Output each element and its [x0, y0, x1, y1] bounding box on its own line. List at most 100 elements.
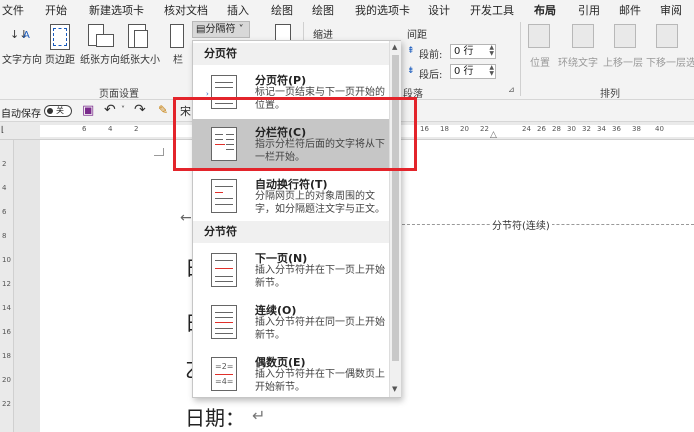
arrange-group-label: 排列 [600, 89, 620, 100]
save-icon[interactable]: ▣ [82, 103, 94, 118]
next-page-icon [211, 253, 237, 287]
wrap-text-icon[interactable] [572, 24, 594, 48]
ruler-number: 18 [2, 352, 11, 360]
ruler-number: 18 [440, 125, 449, 133]
ruler-number: 14 [2, 304, 11, 312]
toggle-knob-icon [47, 108, 53, 114]
tab-mailings[interactable]: 邮件 [619, 2, 641, 18]
after-spacing-icon: ⇟ [407, 66, 415, 76]
margins-button[interactable]: 页边距 [45, 51, 75, 66]
section-breaks-header: 分节符 [193, 221, 389, 243]
columns-icon[interactable] [170, 24, 184, 48]
ruler-number: 16 [2, 328, 11, 336]
undo-dropdown-icon[interactable]: ˅ [121, 105, 125, 114]
chevron-down-icon: ˅ [235, 24, 244, 35]
tab-insert[interactable]: 插入 [227, 2, 249, 18]
tab-draw-2[interactable]: 绘图 [312, 2, 334, 18]
tab-review[interactable]: 审阅 [660, 2, 682, 18]
text-direction-icon[interactable]: ↓↓ A [8, 26, 34, 48]
wrap-text-button[interactable]: 环绕文字 [558, 54, 598, 69]
tab-selector-icon[interactable]: ⌊ [1, 125, 4, 134]
menu-tab-bar: 文件 开始 新建选项卡 核对文档 插入 绘图 绘图 我的选项卡 设计 开发工具 … [0, 0, 694, 21]
redo-icon[interactable]: ↷ [134, 102, 146, 118]
tab-draw[interactable]: 绘图 [271, 2, 293, 18]
continuous-icon [211, 305, 237, 339]
spacing-label: 间距 [407, 30, 427, 41]
position-button[interactable]: 位置 [530, 54, 550, 69]
format-painter-icon[interactable]: ✎ [158, 103, 168, 117]
tab-review-doc[interactable]: 核对文档 [164, 2, 208, 18]
menu-item-description: 插入分节符并在下一偶数页上开始新节。 [255, 369, 385, 393]
send-backward-button[interactable]: 下移一层 [646, 54, 686, 69]
section-break-marker: 分节符(连续) [490, 217, 552, 232]
menu-item-even-page[interactable]: =2= =4= 偶数页(E) 插入分节符并在下一偶数页上开始新节。 [193, 349, 389, 401]
tab-my-tab[interactable]: 我的选项卡 [355, 2, 410, 18]
bring-forward-button[interactable]: 上移一层 [603, 54, 643, 69]
breaks-label: 分隔符 [205, 24, 236, 35]
send-backward-icon[interactable] [656, 24, 678, 48]
size-button[interactable]: 纸张大小 [120, 51, 160, 66]
position-icon[interactable] [528, 24, 550, 48]
menu-item-description: 插入分节符并在下一页上开始新节。 [255, 265, 385, 289]
undo-icon[interactable]: ↶ [104, 102, 116, 118]
align-button[interactable]: 选 [686, 54, 694, 69]
ruler-number: 2 [134, 125, 139, 133]
bring-forward-icon[interactable] [614, 24, 636, 48]
ruler-number: 26 [537, 125, 546, 133]
ruler-number: 6 [82, 125, 87, 133]
ruler-number: 8 [2, 232, 7, 240]
tab-file[interactable]: 文件 [2, 2, 24, 18]
menu-item-next-page[interactable]: 下一页(N) 插入分节符并在下一页上开始新节。 [193, 245, 389, 297]
columns-button[interactable]: 栏 [173, 51, 183, 66]
ruler-number: 16 [420, 125, 429, 133]
tab-new-tab[interactable]: 新建选项卡 [89, 2, 144, 18]
tab-home[interactable]: 开始 [45, 2, 67, 18]
text-direction-button[interactable]: 文字方向 [2, 51, 42, 66]
paragraph-mark: ↵ [252, 406, 266, 425]
menu-item-description: 插入分节符并在同一页上开始新节。 [255, 317, 385, 341]
ruler-number: 12 [2, 280, 11, 288]
breaks-dropdown-menu: 分页符 › 分页符(P) 标记一页结束与下一页开始的位置。 分栏符(C) 指示分… [192, 40, 401, 398]
before-spacing-icon: ⇞ [407, 46, 415, 56]
ruler-number: 36 [612, 125, 621, 133]
ruler-number: 20 [460, 125, 469, 133]
svg-text:A: A [23, 30, 30, 41]
orientation-button[interactable]: 纸张方向 [80, 51, 120, 66]
indent-marker-icon[interactable]: △ [490, 130, 497, 140]
scroll-up-icon[interactable]: ▲ [392, 43, 397, 51]
menu-item-text-wrapping-break[interactable]: 自动换行符(T) 分隔网页上的对象周围的文字，如分隔题注文字与正文。 [193, 171, 389, 223]
ruler-number: 2 [2, 160, 7, 168]
ruler-number: 22 [480, 125, 489, 133]
dialog-launcher-icon[interactable]: ⊿ [508, 85, 515, 94]
ruler-number: 30 [567, 125, 576, 133]
page-breaks-header: 分页符 [193, 43, 389, 65]
ruler-number: 38 [632, 125, 641, 133]
ruler-number: 4 [108, 125, 113, 133]
tab-design[interactable]: 设计 [428, 2, 450, 18]
size-front-icon [134, 30, 148, 48]
vertical-ruler[interactable]: 2 4 6 8 10 12 14 16 18 20 22 [0, 140, 14, 432]
menu-item-description: 分隔网页上的对象周围的文字，如分隔题注文字与正文。 [255, 191, 385, 215]
spin-arrows-icon[interactable]: ▲ ▼ [489, 65, 494, 77]
before-spacing-label: 段前: [419, 50, 443, 61]
ruler-number: 28 [552, 125, 561, 133]
after-spacing-input[interactable]: 0 行 ▲ ▼ [450, 64, 496, 79]
ruler-number: 34 [597, 125, 606, 133]
ruler-number: 22 [2, 400, 11, 408]
breaks-button[interactable]: ▤分隔符 ˅ [192, 21, 250, 38]
ruler-number: 6 [2, 208, 7, 216]
text-wrapping-break-icon [211, 179, 237, 213]
autosave-label: 自动保存 [1, 109, 41, 120]
ruler-number: 4 [2, 184, 7, 192]
dropdown-scrollbar[interactable]: ▲ ▼ [389, 41, 401, 397]
date-label: 日期： [185, 406, 245, 430]
autosave-toggle[interactable]: 关 [44, 105, 72, 117]
highlight-annotation-box [173, 97, 417, 171]
tab-developer[interactable]: 开发工具 [470, 2, 514, 18]
before-spacing-input[interactable]: 0 行 ▲ ▼ [450, 44, 496, 59]
menu-item-continuous[interactable]: 连续(O) 插入分节符并在同一页上开始新节。 [193, 297, 389, 349]
tab-references[interactable]: 引用 [578, 2, 600, 18]
page-setup-group-label: 页面设置 [99, 89, 139, 100]
scroll-down-icon[interactable]: ▼ [392, 385, 397, 393]
spin-arrows-icon[interactable]: ▲ ▼ [489, 45, 494, 57]
